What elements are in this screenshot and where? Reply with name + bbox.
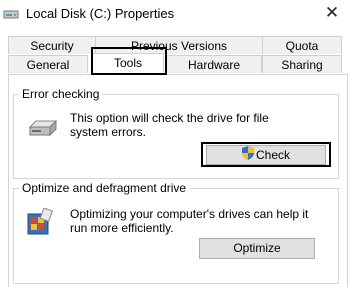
tab-quota[interactable]: Quota — [262, 36, 342, 54]
check-button-highlight — [201, 142, 331, 167]
optimize-label: Optimize and defragment drive — [19, 181, 190, 195]
tools-tab-highlight — [91, 47, 167, 75]
tab-row-front: General Tools Hardware Sharing — [0, 53, 350, 74]
defragment-icon — [26, 207, 54, 239]
optimize-group: Optimize and defragment drive Optimizing… — [13, 181, 339, 284]
optimize-description: Optimizing your computer's drives can he… — [70, 207, 309, 235]
title-bar: Local Disk (C:) Properties ✕ — [0, 0, 350, 30]
error-checking-label: Error checking — [19, 87, 103, 101]
tab-row-back: Security Previous Versions Quota — [0, 36, 350, 55]
drive-icon — [3, 6, 19, 22]
tab-general[interactable]: General — [8, 55, 88, 73]
close-icon[interactable]: ✕ — [318, 2, 346, 24]
tab-security[interactable]: Security — [8, 36, 96, 54]
error-checking-description: This option will check the drive for fil… — [70, 111, 269, 139]
hard-drive-icon — [28, 119, 58, 140]
optimize-button[interactable]: Optimize — [199, 238, 315, 259]
tab-sharing[interactable]: Sharing — [262, 55, 342, 73]
window-title: Local Disk (C:) Properties — [26, 6, 175, 21]
tab-hardware[interactable]: Hardware — [166, 55, 262, 73]
